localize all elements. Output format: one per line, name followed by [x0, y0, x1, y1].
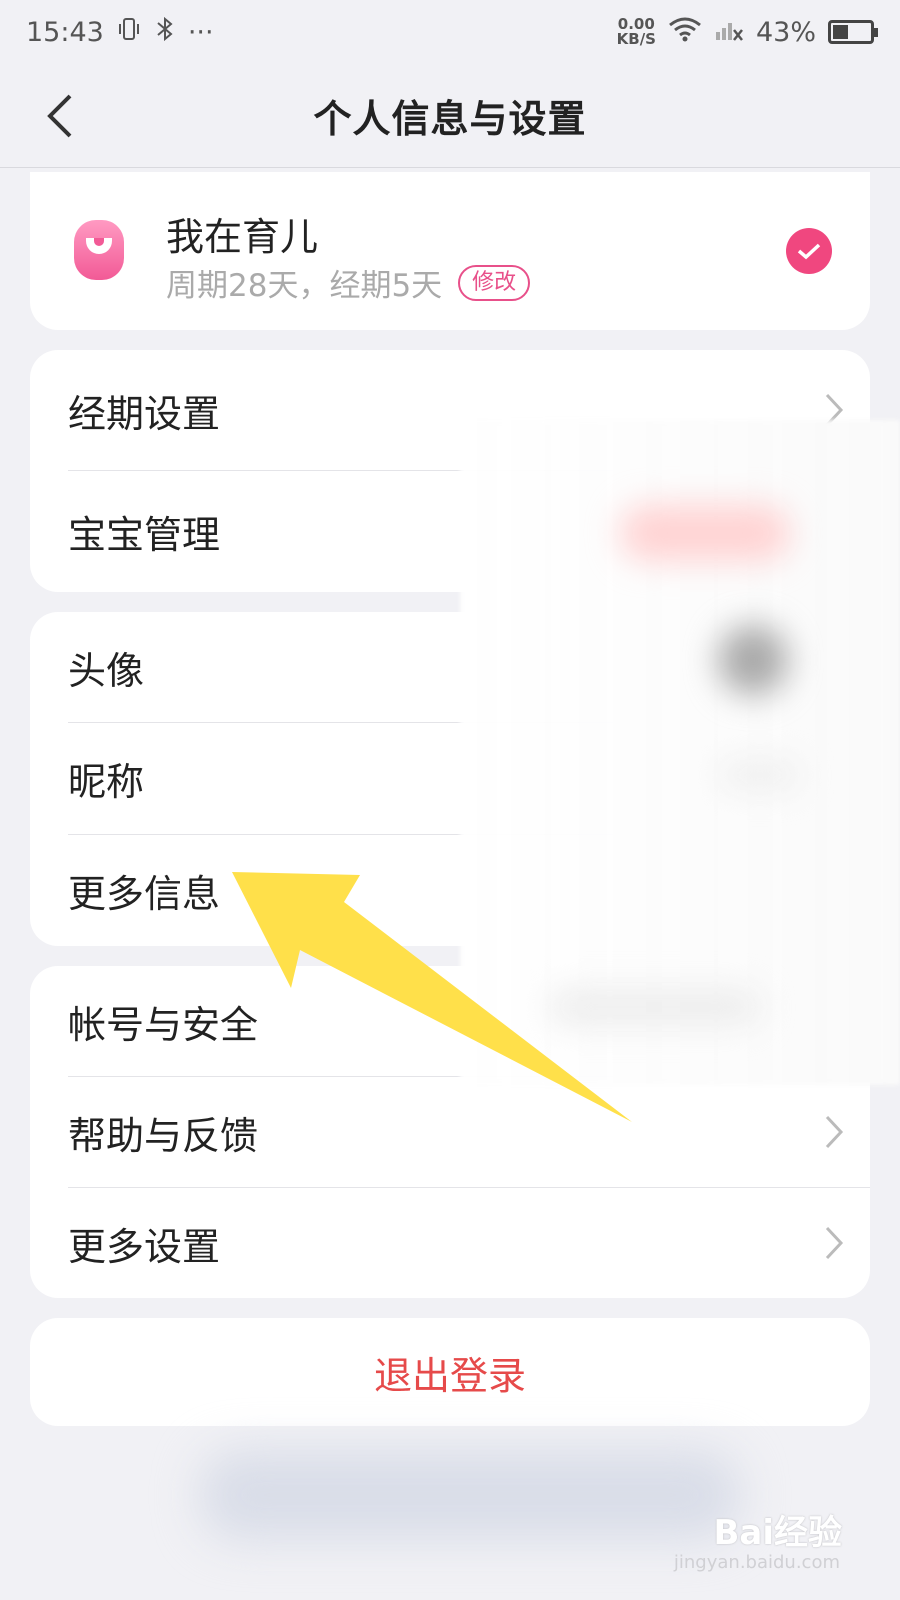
status-time: 15:43: [26, 16, 104, 48]
chevron-right-icon: [825, 1115, 844, 1149]
menu-item-label: 头像: [68, 648, 145, 693]
net-speed: 0.00 KB/S: [617, 17, 656, 47]
mode-title: 我在育儿: [166, 215, 319, 259]
signal-off-icon: [714, 16, 744, 49]
menu-item-label: 帮助与反馈: [68, 1113, 259, 1158]
menu-item-more-settings[interactable]: 更多设置: [30, 1188, 870, 1298]
menu-item-help-feedback[interactable]: 帮助与反馈: [30, 1077, 870, 1187]
logout-button[interactable]: 退出登录: [30, 1318, 870, 1426]
edit-button[interactable]: 修改: [458, 264, 531, 301]
more-notifications-icon: ···: [187, 16, 214, 48]
mode-subtitle: 周期28天，经期5天: [166, 268, 443, 304]
parenting-mode-icon: [74, 220, 124, 280]
nav-bar: 个人信息与设置: [0, 64, 900, 168]
bluetooth-icon: [154, 16, 176, 49]
net-speed-unit: KB/S: [616, 30, 656, 48]
menu-item-label: 昵称: [68, 760, 145, 804]
blurred-avatar: [718, 625, 788, 695]
chevron-left-icon: [47, 94, 72, 138]
mode-subtitle-row: 周期28天，经期5天 修改: [166, 260, 531, 305]
back-button[interactable]: [30, 84, 90, 148]
blurred-nickname: [720, 762, 800, 788]
blurred-footer: [200, 1450, 740, 1540]
baidu-watermark: Bai经验: [713, 1513, 842, 1553]
status-bar: 15:43 ··· 0.00 KB/S 43%: [0, 0, 900, 64]
blurred-account: [550, 990, 760, 1024]
vibrate-icon: [116, 16, 142, 49]
watermark-url: jingyan.baidu.com: [673, 1552, 840, 1573]
battery-icon: [828, 20, 878, 44]
page-title: 个人信息与设置: [313, 97, 587, 141]
logout-card: 退出登录: [30, 1318, 870, 1426]
menu-item-label: 经期设置: [68, 391, 221, 436]
menu-item-label: 更多设置: [68, 1224, 221, 1269]
mode-card[interactable]: 我在育儿 周期28天，经期5天 修改: [30, 172, 870, 330]
blurred-value: [620, 505, 790, 561]
menu-item-label: 更多信息: [68, 872, 221, 916]
battery-percent: 43%: [755, 16, 816, 48]
selected-check-icon: [786, 228, 832, 274]
chevron-right-icon: [825, 1226, 844, 1260]
menu-item-label: 宝宝管理: [68, 513, 221, 557]
wifi-icon: [668, 16, 702, 49]
menu-item-label: 帐号与安全: [68, 1002, 259, 1047]
